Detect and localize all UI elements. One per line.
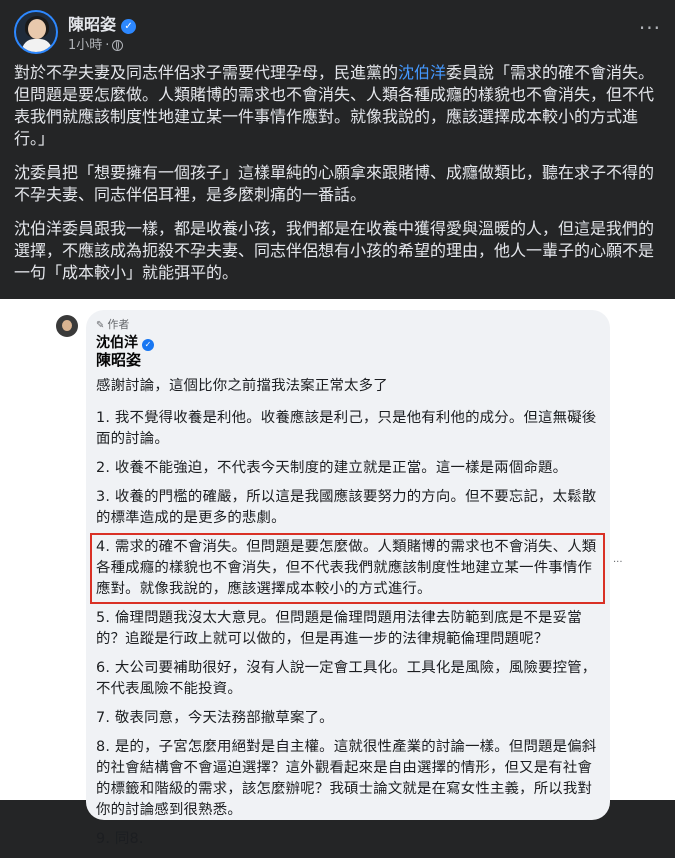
commenter-name: 沈伯洋 ✓ <box>96 332 602 351</box>
comment-item: 3. 收養的門檻的確嚴，所以這是我國應該要努力的方向。但不要忘記，太鬆散的標準造… <box>96 489 597 526</box>
comment-intro: 感謝討論，這個比你之前擋我法案正常太多了 <box>96 378 388 394</box>
more-options-icon[interactable]: ··· <box>639 16 661 40</box>
comment-item: 2. 收養不能強迫，不代表今天制度的建立就是正當。這一樣是兩個命題。 <box>96 460 568 476</box>
mention-link[interactable]: 沈伯洋 <box>398 63 446 82</box>
post-paragraph: 對於不孕夫妻及同志伴侶求子需要代理孕母，民進黨的沈伯洋委員說「需求的確不會消失。… <box>14 63 655 148</box>
author-name[interactable]: 陳昭姿 ✓ <box>68 11 137 35</box>
comment-item: 1. 我不覺得收養是利他。收養應該是利己，只是他有利他的成分。但這無礙後面的討論… <box>96 410 597 447</box>
comment-item: 7. 敬表同意，今天法務部撤草案了。 <box>96 710 334 726</box>
comment-item: 8. 是的，子宮怎麼用絕對是自主權。這就很性產業的討論一樣。但問題是偏斜的社會結… <box>96 739 597 818</box>
commenter-avatar <box>56 315 78 337</box>
post-paragraph: 沈委員把「想要擁有一個孩子」這樣單純的心願拿來跟賭博、成癮做類比，聽在求子不得的… <box>14 163 655 204</box>
comment-screenshot: ✎ 作者 沈伯洋 ✓ 陳昭姿 感謝討論，這個比你之前擋我法案正常太多了 1. 我不覺… <box>0 299 675 847</box>
highlight-box <box>90 533 605 604</box>
post-text: 對於不孕夫妻及同志伴侶求子需要代理孕母，民進黨的沈伯洋委員說「需求的確不會消失。… <box>14 62 664 296</box>
comment-item: 9. 同8. <box>96 831 144 847</box>
author-role-label: ✎ 作者 <box>96 318 130 331</box>
post-paragraph: 沈伯洋委員跟我一樣，都是收養小孩，我們都是在收養中獲得愛與溫暖的人，但這是我們的… <box>14 219 655 282</box>
comment-options-icon: ··· <box>613 557 623 568</box>
comment-item: 6. 大公司要補助很好，沒有人說一定會工具化。工具化是風險，風險要控管，不代表風… <box>96 660 597 697</box>
verified-badge-icon: ✓ <box>142 339 154 351</box>
post-header: 陳昭姿 ✓ 1小時 · ··· <box>14 10 661 56</box>
comment-item: 5. 倫理問題我沒太大意見。但問題是倫理問題用法律去防範到底是不是妥當的？追蹤是… <box>96 610 582 647</box>
verified-badge-icon: ✓ <box>121 19 137 34</box>
pencil-icon: ✎ <box>96 320 105 331</box>
post-meta: 1小時 · <box>68 34 124 53</box>
public-globe-icon <box>112 40 124 51</box>
author-avatar[interactable] <box>14 10 58 54</box>
post-time[interactable]: 1小時 <box>68 38 102 53</box>
comment-item-highlighted: 4. 需求的確不會消失。但問題是要怎麼做。人類賭博的需求也不會消失、人類各種成癮… <box>90 533 605 604</box>
reply-to-name: 陳昭姿 <box>96 351 142 369</box>
comment-bubble: ✎ 作者 沈伯洋 ✓ 陳昭姿 感謝討論，這個比你之前擋我法案正常太多了 1. 我不覺… <box>86 310 610 847</box>
